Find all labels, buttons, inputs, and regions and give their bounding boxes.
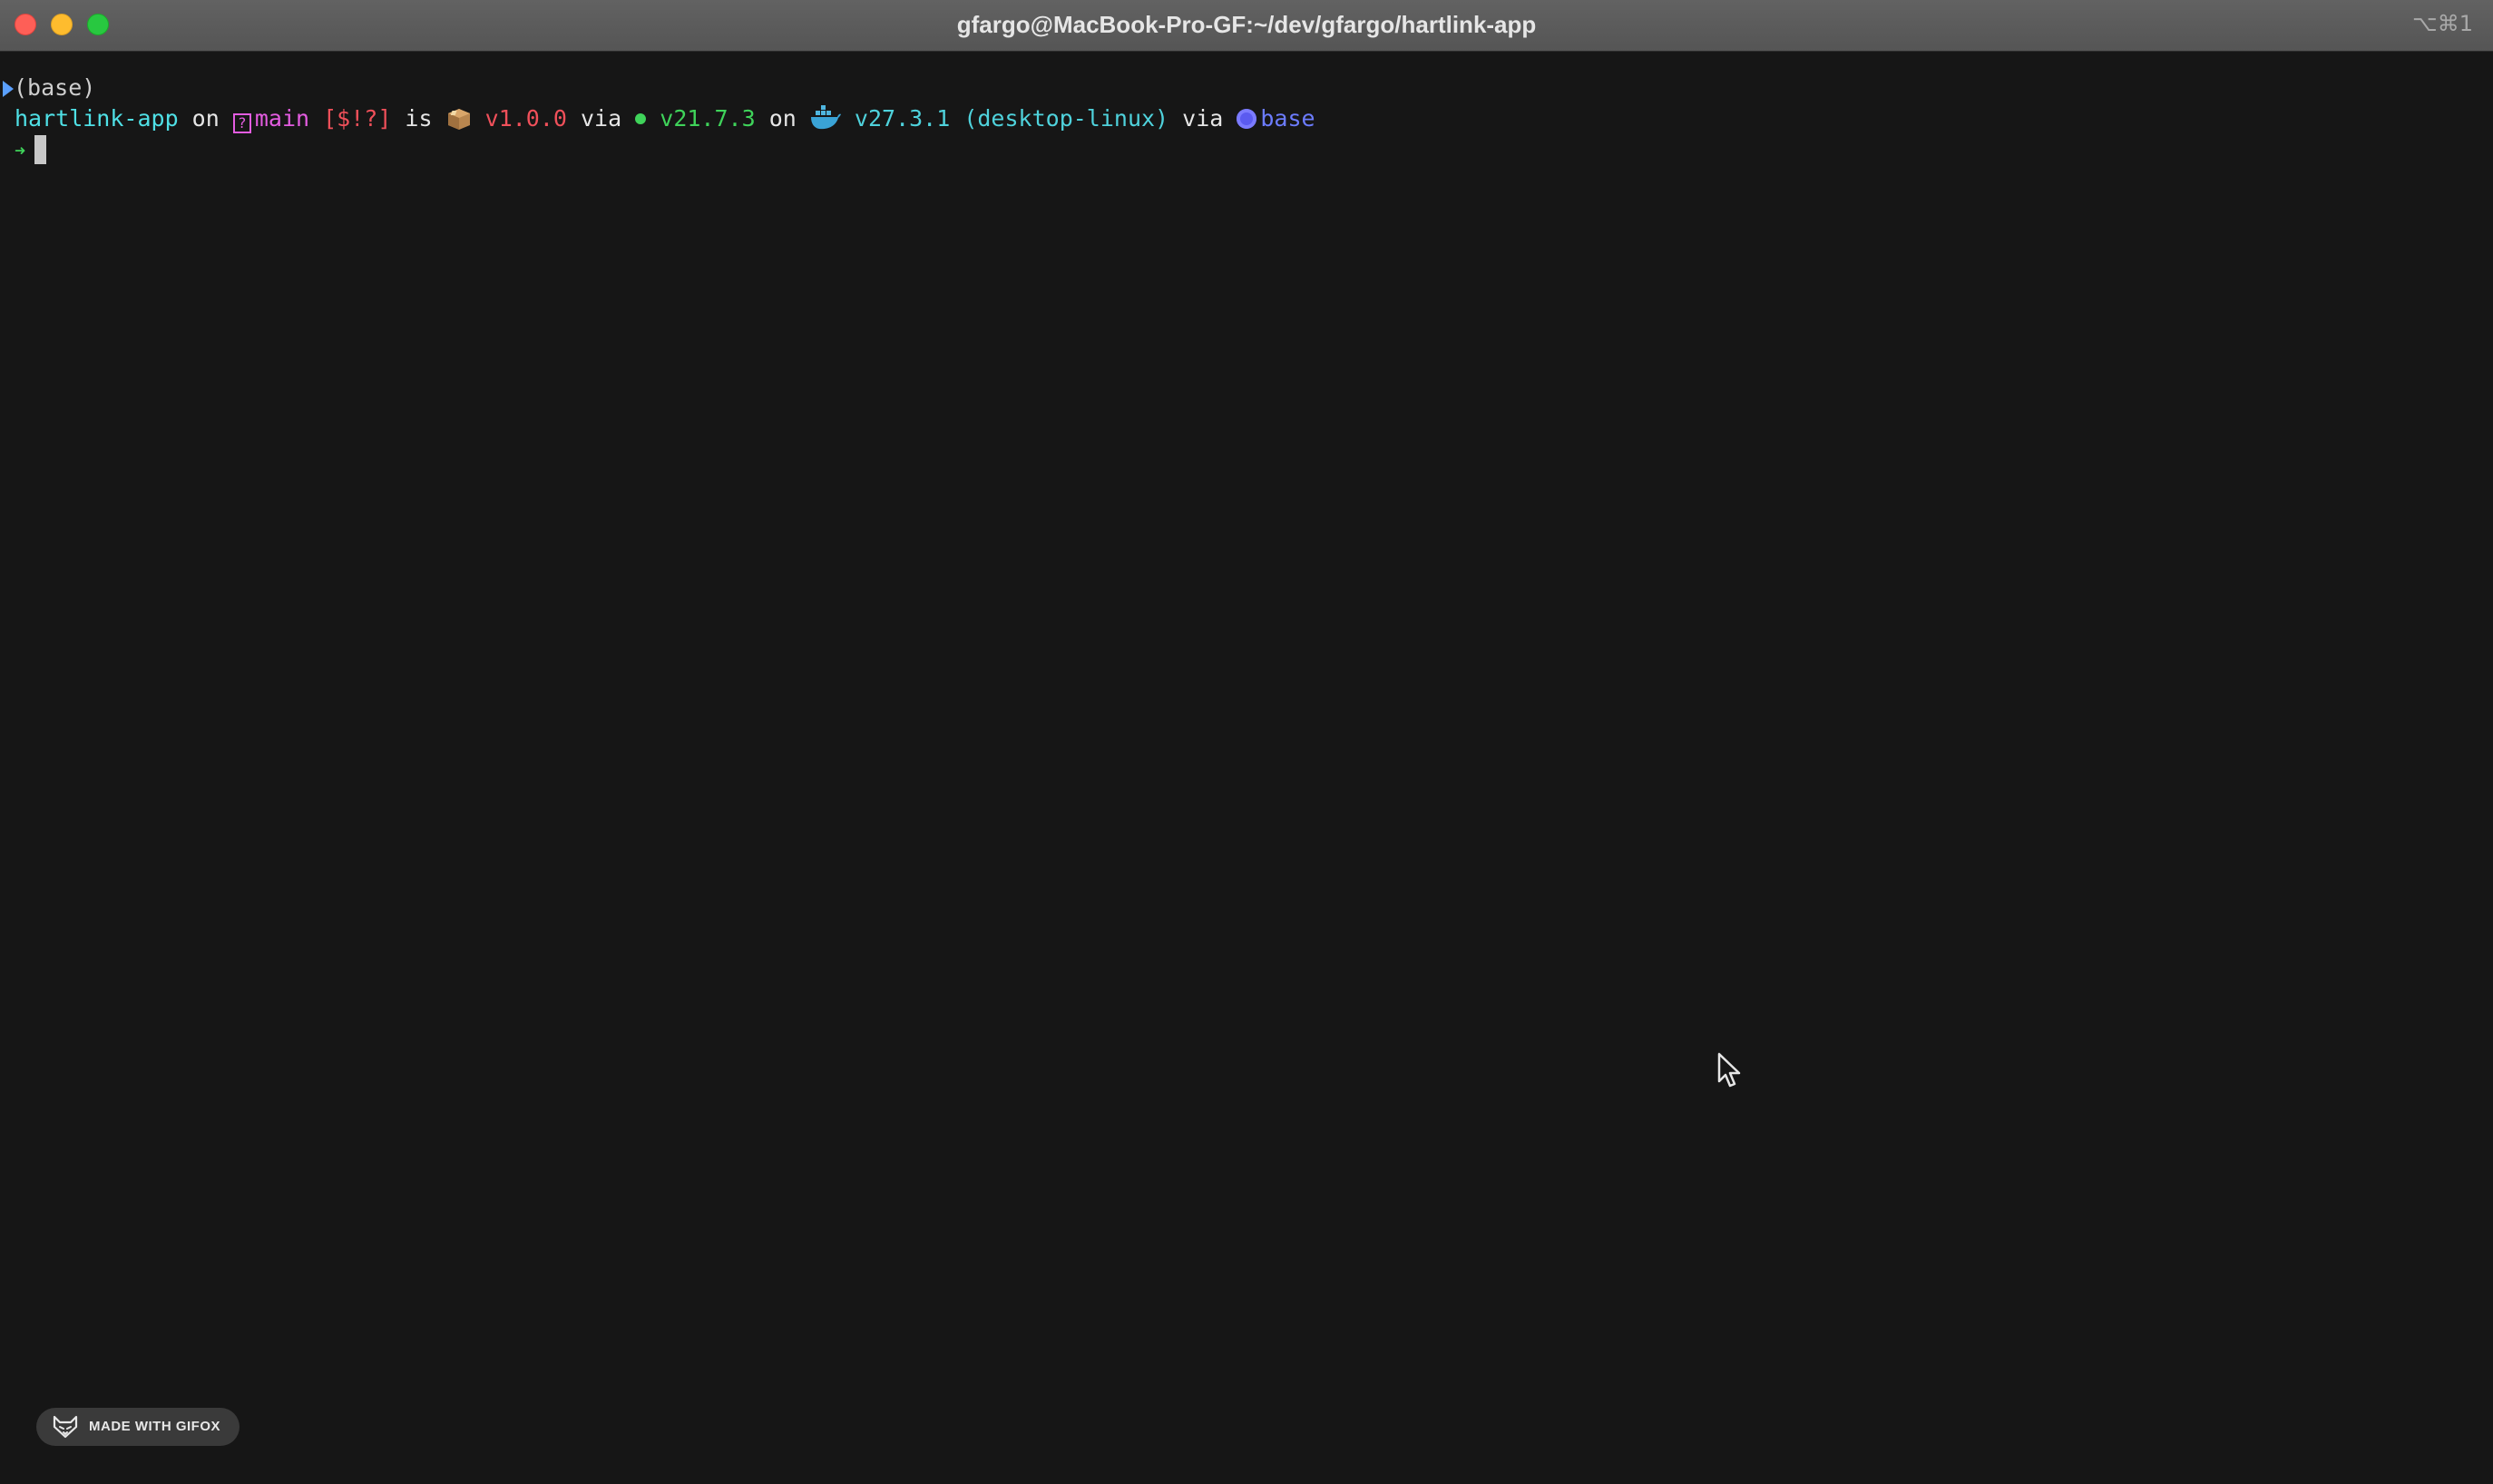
input-line[interactable]: ➜	[15, 134, 47, 165]
fox-icon	[53, 1415, 78, 1439]
mouse-pointer-icon	[1717, 1052, 1741, 1088]
badge-label: MADE WITH GIFOX	[89, 1419, 220, 1434]
conda-circle-icon	[1237, 109, 1257, 129]
package-box-icon	[447, 109, 470, 130]
conda-env-line: (base)	[0, 73, 95, 103]
prompt-branch: main	[254, 105, 310, 132]
terminal-content[interactable]: (base) hartlink-app on ? main [$!?] is v1…	[0, 51, 2493, 1484]
prompt-docker-version: v27.3.1	[840, 105, 951, 132]
triangle-right-icon	[3, 81, 14, 97]
prompt-via-text: via	[566, 105, 636, 132]
window-title: gfargo@MacBook-Pro-GF:~/dev/gfargo/hartl…	[956, 11, 1537, 38]
git-branch-icon: ?	[232, 113, 251, 133]
gifox-badge[interactable]: MADE WITH GIFOX	[36, 1408, 240, 1446]
terminal-window: gfargo@MacBook-Pro-GF:~/dev/gfargo/hartl…	[0, 0, 2493, 1484]
prompt-directory: hartlink-app	[15, 105, 179, 132]
prompt-line: hartlink-app on ? main [$!?] is v1.0.0 vi…	[15, 103, 1315, 134]
docker-whale-icon	[810, 105, 841, 130]
prompt-on-text-2: on	[755, 105, 810, 132]
prompt-git-status: [$!?]	[309, 105, 392, 132]
prompt-via-text-2: via	[1168, 105, 1237, 132]
prompt-arrow-icon: ➜	[15, 140, 26, 161]
text-cursor	[34, 135, 47, 164]
title-bar[interactable]: gfargo@MacBook-Pro-GF:~/dev/gfargo/hartl…	[0, 0, 2493, 52]
env-label: (base)	[14, 74, 96, 101]
tab-shortcut-label: ⌥⌘1	[2412, 11, 2473, 36]
prompt-package-version: v1.0.0	[471, 105, 567, 132]
prompt-conda-env: base	[1260, 105, 1315, 132]
prompt-node-version: v21.7.3	[646, 105, 756, 132]
prompt-on-text: on	[178, 105, 233, 132]
prompt-docker-context: (desktop-linux)	[950, 105, 1169, 132]
prompt-is-text: is	[391, 105, 446, 132]
node-dot-icon	[635, 113, 647, 124]
